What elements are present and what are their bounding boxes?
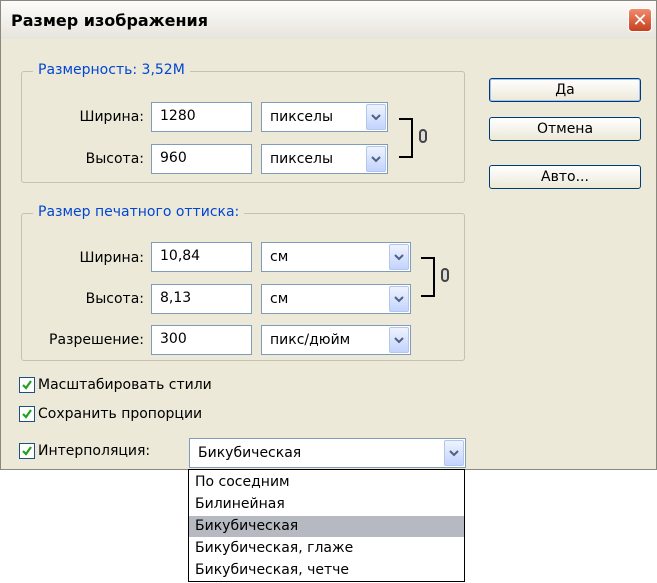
resolution-input[interactable]: 300 — [151, 325, 252, 355]
pixel-width-input[interactable]: 1280 — [151, 102, 252, 132]
print-height-value: 8,13 — [160, 290, 192, 306]
chevron-down-icon[interactable] — [389, 286, 409, 312]
resolution-label: Разрешение: — [49, 332, 144, 348]
interpolation-select[interactable]: Бикубическая — [189, 438, 466, 468]
chevron-down-icon[interactable] — [366, 104, 386, 130]
print-width-input[interactable]: 10,84 — [151, 242, 252, 272]
pixel-height-label: Высота: — [85, 151, 144, 167]
constrain-proportions-label: Сохранить пропорции — [38, 406, 203, 422]
print-height-label: Высота: — [85, 291, 144, 307]
chain-link-icon — [419, 129, 427, 143]
print-constrain-bracket — [421, 257, 435, 297]
image-size-dialog: Размер изображения ✕ Размерность: 3,52M … — [0, 0, 657, 470]
title-bar[interactable]: Размер изображения ✕ — [1, 1, 656, 39]
list-item-selected[interactable]: Бикубическая — [189, 516, 464, 537]
resolution-unit-select[interactable]: пикс/дюйм — [261, 325, 411, 355]
interpolation-label: Интерполяция: — [38, 443, 151, 459]
pixel-width-unit-select[interactable]: пикселы — [261, 102, 388, 132]
print-height-unit: см — [270, 291, 289, 307]
pixel-height-unit: пикселы — [270, 151, 334, 167]
pixel-width-unit: пикселы — [270, 109, 334, 125]
print-size-legend: Размер печатного оттиска: — [33, 204, 245, 220]
print-width-value: 10,84 — [160, 248, 201, 264]
interpolation-value: Бикубическая — [198, 445, 302, 461]
pixel-dimensions-label: Размерность: — [38, 62, 138, 78]
print-width-unit-select[interactable]: см — [261, 242, 411, 272]
chevron-down-icon[interactable] — [366, 146, 386, 172]
pixel-height-unit-select[interactable]: пикселы — [261, 144, 388, 174]
pixel-height-input[interactable]: 960 — [151, 144, 252, 174]
auto-button[interactable]: Авто... — [489, 165, 641, 189]
resolution-value: 300 — [160, 331, 187, 347]
checkmark-icon — [22, 380, 32, 390]
close-button[interactable]: ✕ — [628, 8, 652, 32]
interpolation-option[interactable]: Интерполяция: — [19, 443, 150, 459]
window-title: Размер изображения — [11, 11, 209, 30]
pixel-dimensions-legend: Размерность: 3,52M — [33, 62, 190, 78]
list-item[interactable]: По соседним — [189, 472, 464, 493]
scale-styles-label: Масштабировать стили — [38, 377, 212, 393]
chevron-down-icon[interactable] — [389, 244, 409, 270]
print-height-input[interactable]: 8,13 — [151, 284, 252, 314]
pixel-width-label: Ширина: — [79, 109, 144, 125]
list-item[interactable]: Бикубическая, четче — [189, 560, 464, 581]
checkmark-icon — [22, 409, 32, 419]
list-item[interactable]: Бикубическая, глаже — [189, 538, 464, 559]
interpolation-checkbox[interactable] — [19, 443, 35, 459]
print-width-unit: см — [270, 249, 289, 265]
print-height-unit-select[interactable]: см — [261, 284, 411, 314]
resolution-unit: пикс/дюйм — [270, 332, 351, 348]
chevron-down-icon[interactable] — [444, 440, 464, 466]
interpolation-dropdown-list: По соседним Билинейная Бикубическая Бику… — [188, 469, 465, 582]
pixel-width-value: 1280 — [160, 108, 196, 124]
scale-styles-checkbox[interactable] — [19, 377, 35, 393]
constrain-proportions-option[interactable]: Сохранить пропорции — [19, 406, 202, 422]
scale-styles-option[interactable]: Масштабировать стили — [19, 377, 212, 393]
print-width-label: Ширина: — [79, 250, 144, 266]
cancel-button[interactable]: Отмена — [489, 117, 641, 141]
constrain-proportions-checkbox[interactable] — [19, 406, 35, 422]
list-item[interactable]: Билинейная — [189, 494, 464, 515]
ok-button[interactable]: Да — [489, 78, 641, 102]
checkmark-icon — [22, 446, 32, 456]
chain-link-icon — [441, 268, 449, 282]
pixel-constrain-bracket — [399, 118, 413, 158]
pixel-dimensions-value: 3,52M — [141, 62, 185, 78]
chevron-down-icon[interactable] — [389, 327, 409, 353]
pixel-height-value: 960 — [160, 150, 187, 166]
close-icon: ✕ — [632, 9, 648, 31]
